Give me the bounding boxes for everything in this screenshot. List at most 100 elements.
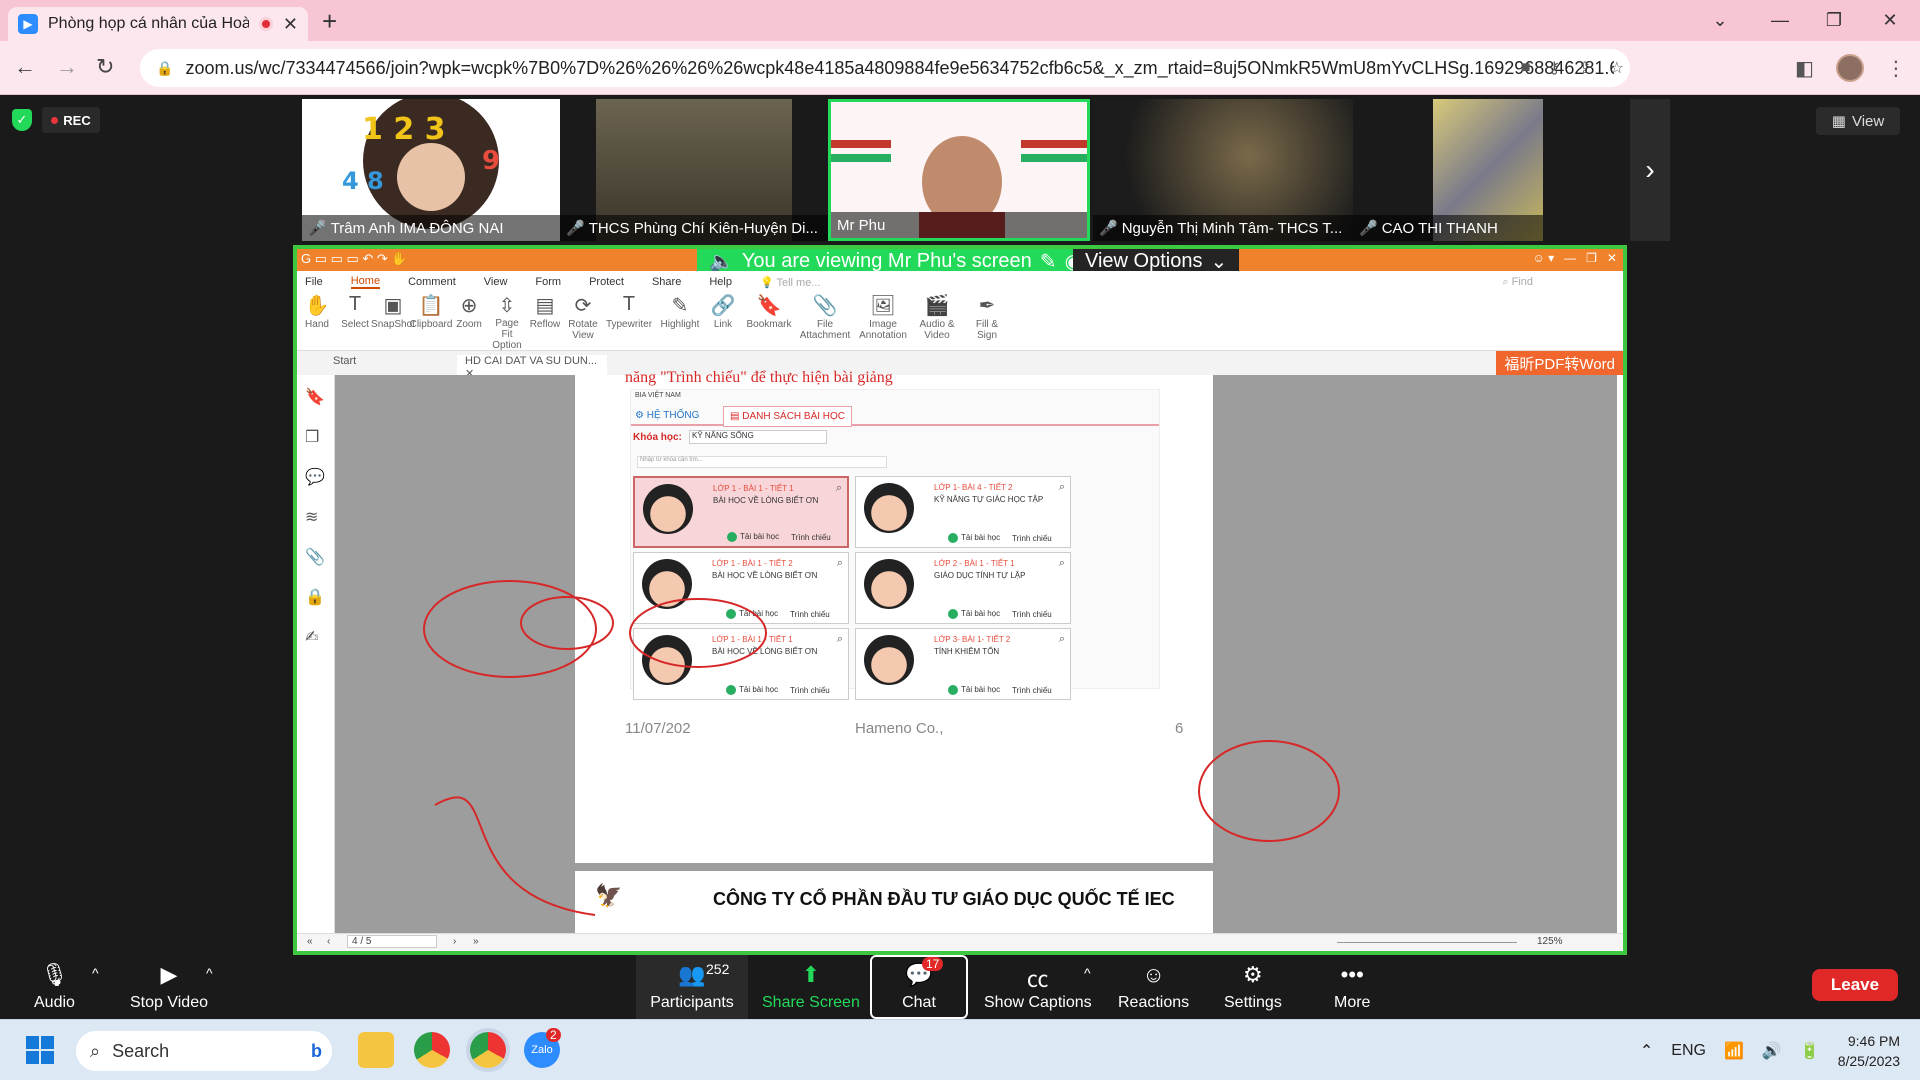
captions-label: Show Captions <box>984 994 1092 1011</box>
audio-button[interactable]: 🎙 Audio <box>34 955 75 1019</box>
menu-home[interactable]: Home <box>350 275 381 289</box>
menu-protect[interactable]: Protect <box>589 276 624 288</box>
close-tab-icon[interactable]: ✕ <box>283 14 298 35</box>
chrome-profile-icon[interactable] <box>470 1032 506 1068</box>
profile-avatar[interactable] <box>1835 54 1864 82</box>
participant-video-4[interactable]: 🎤 Nguyễn Thị Minh Tâm- THCS T... <box>1093 99 1353 241</box>
reflow-tool[interactable]: ▤ Reflow <box>529 293 561 350</box>
reflow-icon: ▤ <box>535 295 555 317</box>
audio-video-tool[interactable]: 🎬 Audio & Video <box>915 293 959 350</box>
hand-tool[interactable]: ✋ Hand <box>301 293 333 350</box>
lock-icon[interactable]: 🔒 <box>156 60 173 77</box>
prev-page-icon[interactable]: ‹ <box>327 936 330 947</box>
chat-button[interactable]: 💬 Chat <box>870 955 968 1019</box>
bookmark-star-icon[interactable]: ☆ <box>1610 58 1624 78</box>
comments-panel-icon[interactable]: 💬 <box>305 467 334 495</box>
security-shield-icon[interactable]: ✓ <box>12 109 32 131</box>
restore-button[interactable]: ❐ <box>1810 0 1858 41</box>
bookmark-panel-icon[interactable]: 🔖 <box>305 387 334 415</box>
back-icon[interactable]: ← <box>14 54 36 80</box>
url-text[interactable]: zoom.us/wc/7334474566/join?wpk=wcpk%7B0%… <box>185 58 1614 79</box>
next-page-icon[interactable]: › <box>453 936 456 947</box>
page-number-field[interactable]: 4 / 5 <box>347 935 437 948</box>
last-page-icon[interactable]: » <box>473 936 479 947</box>
participant-video-5[interactable]: 🎤 CAO THI THANH <box>1353 99 1543 241</box>
window-controls-icon[interactable]: ☺ ▾ — ❐ ✕ <box>1533 251 1617 265</box>
clipboard-tool[interactable]: 📋 Clipboard <box>410 293 453 350</box>
participant-video-2[interactable]: 🎤 THCS Phùng Chí Kiên-Huyện Di... <box>560 99 828 241</box>
signature-panel-icon[interactable]: ✍ <box>305 627 334 655</box>
captions-caret-icon[interactable]: ^ <box>1084 965 1091 981</box>
find-search[interactable]: ⌕ Find <box>1502 276 1561 289</box>
pages-panel-icon[interactable]: ❐ <box>305 427 334 455</box>
wifi-icon[interactable]: 📶 <box>1724 1041 1744 1061</box>
new-tab-button[interactable]: + <box>322 6 337 37</box>
typewriter-tool[interactable]: T Typewriter <box>605 293 653 350</box>
camera-icon[interactable]: ■ <box>1521 59 1531 77</box>
participant-video-1[interactable]: 1 2 3 9 4 8 🎤 Trâm Anh IMA ĐÔNG NAI <box>302 99 560 241</box>
participants-button[interactable]: 👥 Participants <box>636 955 748 1019</box>
layers-panel-icon[interactable]: ≋ <box>305 507 334 535</box>
first-page-icon[interactable]: « <box>307 936 313 947</box>
battery-icon[interactable]: 🔋 <box>1800 1041 1820 1061</box>
volume-icon[interactable]: 🔊 <box>1762 1041 1782 1061</box>
tab-start[interactable]: Start <box>333 355 356 367</box>
windows-start-icon[interactable] <box>22 1032 58 1068</box>
menu-view[interactable]: View <box>484 276 508 288</box>
menu-share[interactable]: Share <box>652 276 681 288</box>
link-tool[interactable]: 🔗 Link <box>707 293 739 350</box>
image-annotation-tool[interactable]: 🖼 Image Annotation <box>857 293 909 350</box>
attachments-panel-icon[interactable]: 📎 <box>305 547 334 575</box>
next-participants-button[interactable]: › <box>1630 99 1670 241</box>
zoom-tool[interactable]: ⊕ Zoom <box>453 293 485 350</box>
browser-menu-icon[interactable]: ⋮ <box>1886 56 1906 81</box>
fill-sign-tool[interactable]: ✒ Fill & Sign <box>965 293 1009 350</box>
show-captions-button[interactable]: ㏄ Show Captions <box>984 955 1092 1019</box>
leave-button[interactable]: Leave <box>1812 969 1898 1001</box>
key-icon[interactable]: ⚷ <box>1549 58 1561 78</box>
rotate-view-tool[interactable]: ⟳ Rotate View <box>567 293 599 350</box>
tab-search-icon[interactable]: ⌄ <box>1696 0 1744 41</box>
recording-indicator[interactable]: REC <box>42 107 100 133</box>
language-indicator[interactable]: ENG <box>1671 1042 1706 1060</box>
pdf-to-word-button[interactable]: 福昕PDF转Word <box>1496 351 1623 375</box>
page-fit-tool[interactable]: ⇳ Page Fit Option <box>491 293 523 351</box>
pdf-canvas[interactable]: năng "Trình chiếu" để thực hiện bài giản… <box>335 369 1617 935</box>
menu-comment[interactable]: Comment <box>408 276 456 288</box>
minimize-button[interactable]: — <box>1756 0 1804 41</box>
settings-button[interactable]: ⚙ Settings <box>1224 955 1282 1019</box>
snapshot-tool[interactable]: ▣ SnapShot <box>371 293 415 350</box>
close-window-button[interactable]: ✕ <box>1866 0 1914 41</box>
tell-me-search[interactable]: 💡 Tell me... <box>760 276 849 289</box>
zoom-slider[interactable] <box>1337 942 1517 943</box>
forward-icon[interactable]: → <box>56 54 78 80</box>
audio-caret-icon[interactable]: ^ <box>92 965 99 981</box>
stop-video-button[interactable]: ▶ Stop Video <box>130 955 208 1019</box>
address-bar[interactable]: 🔒 zoom.us/wc/7334474566/join?wpk=wcpk%7B… <box>140 49 1630 87</box>
menu-file[interactable]: File <box>305 276 323 288</box>
share-screen-button[interactable]: ⬆ Share Screen <box>762 955 860 1019</box>
select-tool[interactable]: T Select <box>339 293 371 350</box>
clock[interactable]: 9:46 PM 8/25/2023 <box>1838 1031 1900 1071</box>
bookmark-tool[interactable]: 🔖 Bookmark <box>745 293 793 350</box>
taskbar-search[interactable]: ⌕ Search b <box>76 1031 332 1071</box>
highlight-tool[interactable]: ✎ Highlight <box>659 293 701 350</box>
security-panel-icon[interactable]: 🔒 <box>305 587 334 615</box>
participant-video-3-active-speaker[interactable]: Mr Phu <box>828 99 1090 241</box>
more-button[interactable]: ••• More <box>1334 955 1370 1019</box>
browser-tab[interactable]: ▶ Phòng họp cá nhân của Hoài ✕ <box>8 7 308 41</box>
file-explorer-icon[interactable] <box>358 1032 394 1068</box>
reload-icon[interactable]: ↻ <box>96 54 114 80</box>
zoom-percent[interactable]: 125% <box>1537 936 1563 947</box>
reactions-button[interactable]: ☺ Reactions <box>1118 955 1189 1019</box>
share-page-icon[interactable]: ⇪ <box>1578 58 1591 78</box>
file-attachment-tool[interactable]: 📎 File Attachment <box>799 293 851 350</box>
zoom-control-bar: 🎙 Audio ^ ▶ Stop Video ^ 👥 Participants 252… <box>0 955 1920 1019</box>
menu-form[interactable]: Form <box>535 276 561 288</box>
chrome-icon[interactable] <box>414 1032 450 1068</box>
side-panel-icon[interactable]: ◧ <box>1795 56 1814 81</box>
menu-help[interactable]: Help <box>709 276 732 288</box>
view-button[interactable]: ▦ View <box>1816 107 1900 135</box>
video-caret-icon[interactable]: ^ <box>206 965 213 981</box>
tray-chevron-up-icon[interactable]: ⌃ <box>1640 1041 1653 1061</box>
